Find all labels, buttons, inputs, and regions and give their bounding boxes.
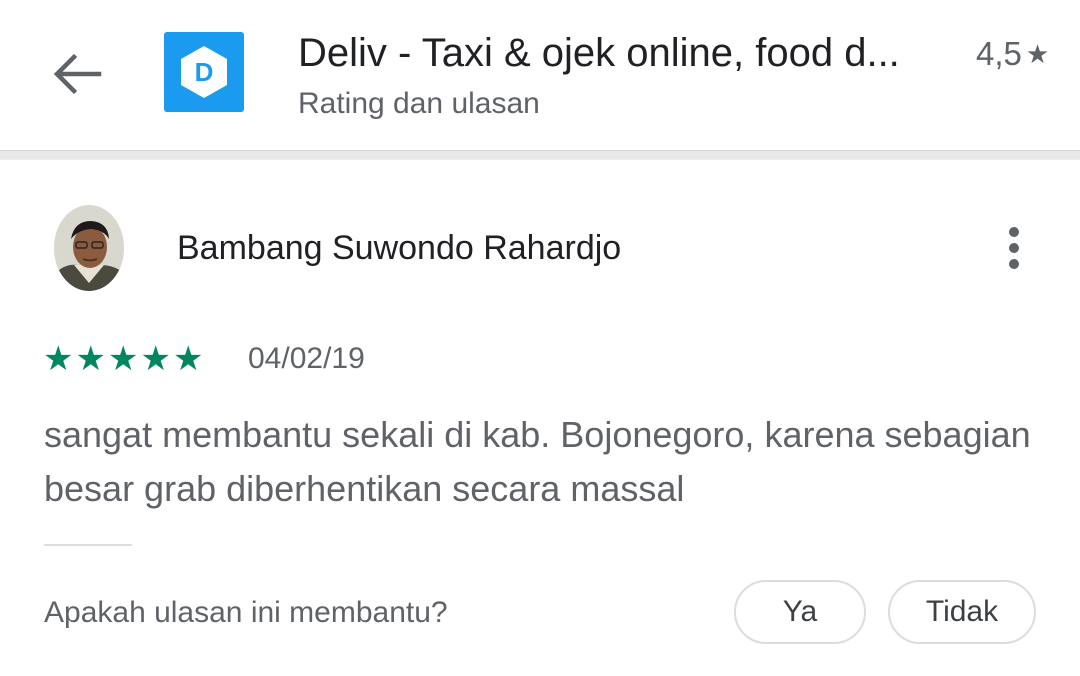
arrow-left-icon xyxy=(53,53,102,95)
reviewer-name: Bambang Suwondo Rahardjo xyxy=(177,229,622,267)
more-options-button[interactable] xyxy=(994,222,1034,274)
review-star-rating: ★ ★ ★ ★ ★ xyxy=(43,340,205,378)
review-detail-screen: D Deliv - Taxi & ojek online, food d... … xyxy=(0,0,1080,676)
app-rating-value: 4,5 xyxy=(976,35,1022,72)
app-icon-letter: D xyxy=(195,57,214,87)
app-rating: 4,5 ★ xyxy=(976,34,1049,74)
deliv-logo-icon[interactable]: D xyxy=(164,32,244,112)
page-subtitle: Rating dan ulasan xyxy=(298,87,540,120)
star-icon: ★ xyxy=(172,340,204,378)
star-icon: ★ xyxy=(1025,39,1050,69)
app-title[interactable]: Deliv - Taxi & ojek online, food d... xyxy=(298,28,948,78)
app-header: D Deliv - Taxi & ojek online, food d... … xyxy=(0,0,1080,150)
back-button[interactable] xyxy=(46,46,108,102)
star-icon: ★ xyxy=(140,340,171,378)
star-icon: ★ xyxy=(107,340,139,378)
helpful-no-button[interactable]: Tidak xyxy=(888,580,1036,644)
reviewer-photo xyxy=(54,205,124,291)
more-vertical-icon xyxy=(1009,227,1019,269)
helpful-question: Apakah ulasan ini membantu? xyxy=(44,596,448,629)
star-icon: ★ xyxy=(43,340,74,378)
helpful-yes-button[interactable]: Ya xyxy=(734,580,866,644)
star-icon: ★ xyxy=(75,340,106,378)
section-divider xyxy=(44,544,132,546)
avatar[interactable] xyxy=(54,205,124,291)
review-date: 04/02/19 xyxy=(248,342,365,375)
deliv-hexagon-icon: D xyxy=(181,46,227,98)
review-text: sangat membantu sekali di kab. Bojonegor… xyxy=(44,414,1031,509)
header-divider xyxy=(0,150,1080,160)
